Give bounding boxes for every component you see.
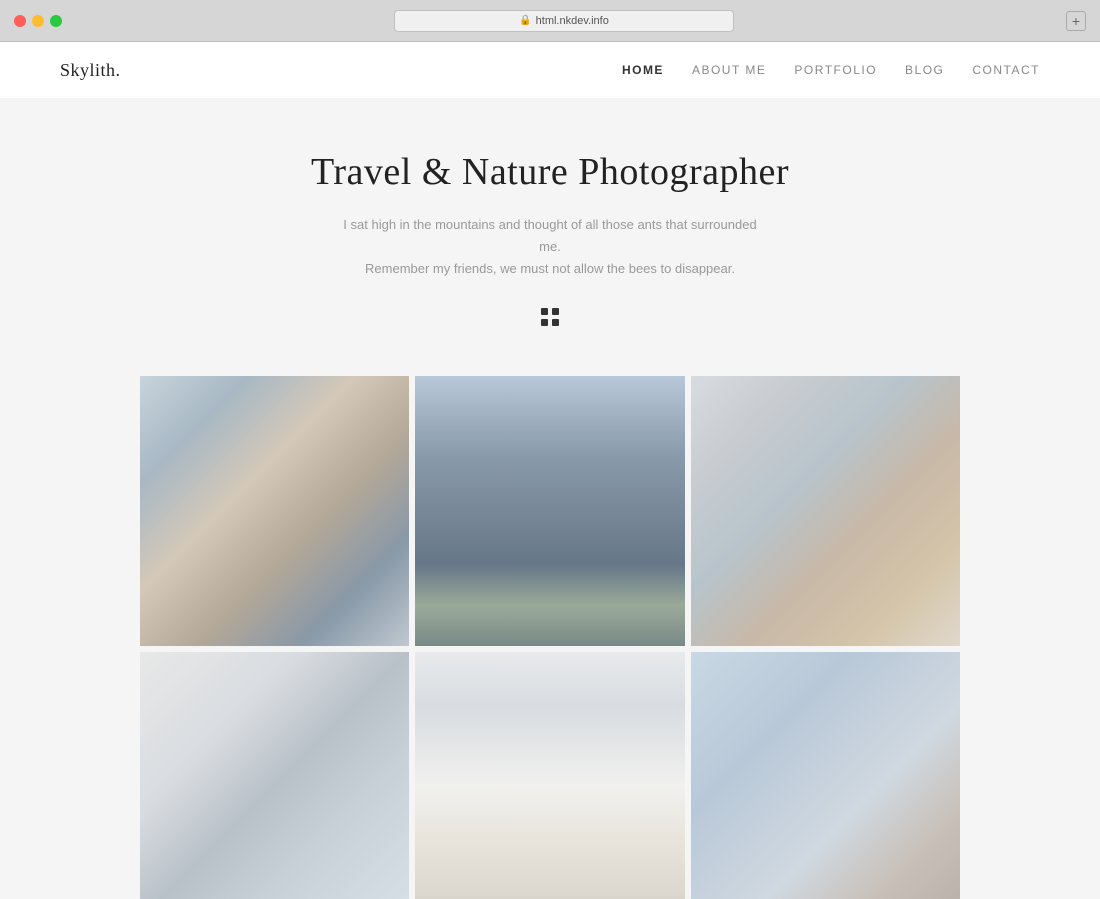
gallery-item-6[interactable] bbox=[691, 652, 960, 899]
grid-dot-3 bbox=[541, 319, 548, 326]
maximize-button[interactable] bbox=[50, 15, 62, 27]
grid-dot-2 bbox=[552, 308, 559, 315]
new-tab-button[interactable]: + bbox=[1066, 11, 1086, 31]
hero-subtitle: I sat high in the mountains and thought … bbox=[340, 214, 760, 280]
hero-subtitle-line2: Remember my friends, we must not allow t… bbox=[365, 261, 735, 276]
gallery-image-deer bbox=[691, 376, 960, 645]
gallery-item-3[interactable] bbox=[691, 376, 960, 645]
traffic-lights bbox=[14, 15, 62, 27]
grid-icon bbox=[541, 308, 559, 326]
hero-subtitle-line1: I sat high in the mountains and thought … bbox=[343, 217, 756, 254]
close-button[interactable] bbox=[14, 15, 26, 27]
gallery-image-sail bbox=[140, 652, 409, 899]
nav-about[interactable]: ABOUT ME bbox=[692, 63, 766, 77]
gallery-grid bbox=[140, 376, 960, 899]
site-logo[interactable]: Skylith. bbox=[60, 60, 121, 81]
nav-contact[interactable]: CONTACT bbox=[972, 63, 1040, 77]
website-content: Skylith. HOME ABOUT ME PORTFOLIO BLOG CO… bbox=[0, 42, 1100, 899]
url-input[interactable]: 🔒 html.nkdev.info bbox=[394, 10, 734, 32]
photo-gallery bbox=[0, 376, 1100, 899]
nav-home[interactable]: HOME bbox=[622, 63, 664, 77]
address-bar: 🔒 html.nkdev.info bbox=[72, 10, 1056, 32]
nav-portfolio[interactable]: PORTFOLIO bbox=[794, 63, 877, 77]
browser-chrome: 🔒 html.nkdev.info + bbox=[0, 0, 1100, 42]
gallery-image-woman-city bbox=[691, 652, 960, 899]
hero-section: Travel & Nature Photographer I sat high … bbox=[0, 98, 1100, 376]
gallery-image-city-woman bbox=[140, 376, 409, 645]
gallery-item-4[interactable] bbox=[140, 652, 409, 899]
minimize-button[interactable] bbox=[32, 15, 44, 27]
lock-icon: 🔒 bbox=[519, 15, 531, 26]
gallery-item-2[interactable] bbox=[415, 376, 684, 645]
nav-blog[interactable]: BLOG bbox=[905, 63, 944, 77]
gallery-image-pyramid bbox=[415, 652, 684, 899]
hero-title: Travel & Nature Photographer bbox=[20, 150, 1080, 194]
grid-icon-container bbox=[20, 308, 1080, 326]
url-text: html.nkdev.info bbox=[536, 15, 609, 27]
gallery-item-5[interactable] bbox=[415, 652, 684, 899]
gallery-item-1[interactable] bbox=[140, 376, 409, 645]
navbar: Skylith. HOME ABOUT ME PORTFOLIO BLOG CO… bbox=[0, 42, 1100, 98]
gallery-image-lighthouse bbox=[415, 376, 684, 645]
grid-dot-4 bbox=[552, 319, 559, 326]
nav-links: HOME ABOUT ME PORTFOLIO BLOG CONTACT bbox=[622, 63, 1040, 77]
grid-dot-1 bbox=[541, 308, 548, 315]
